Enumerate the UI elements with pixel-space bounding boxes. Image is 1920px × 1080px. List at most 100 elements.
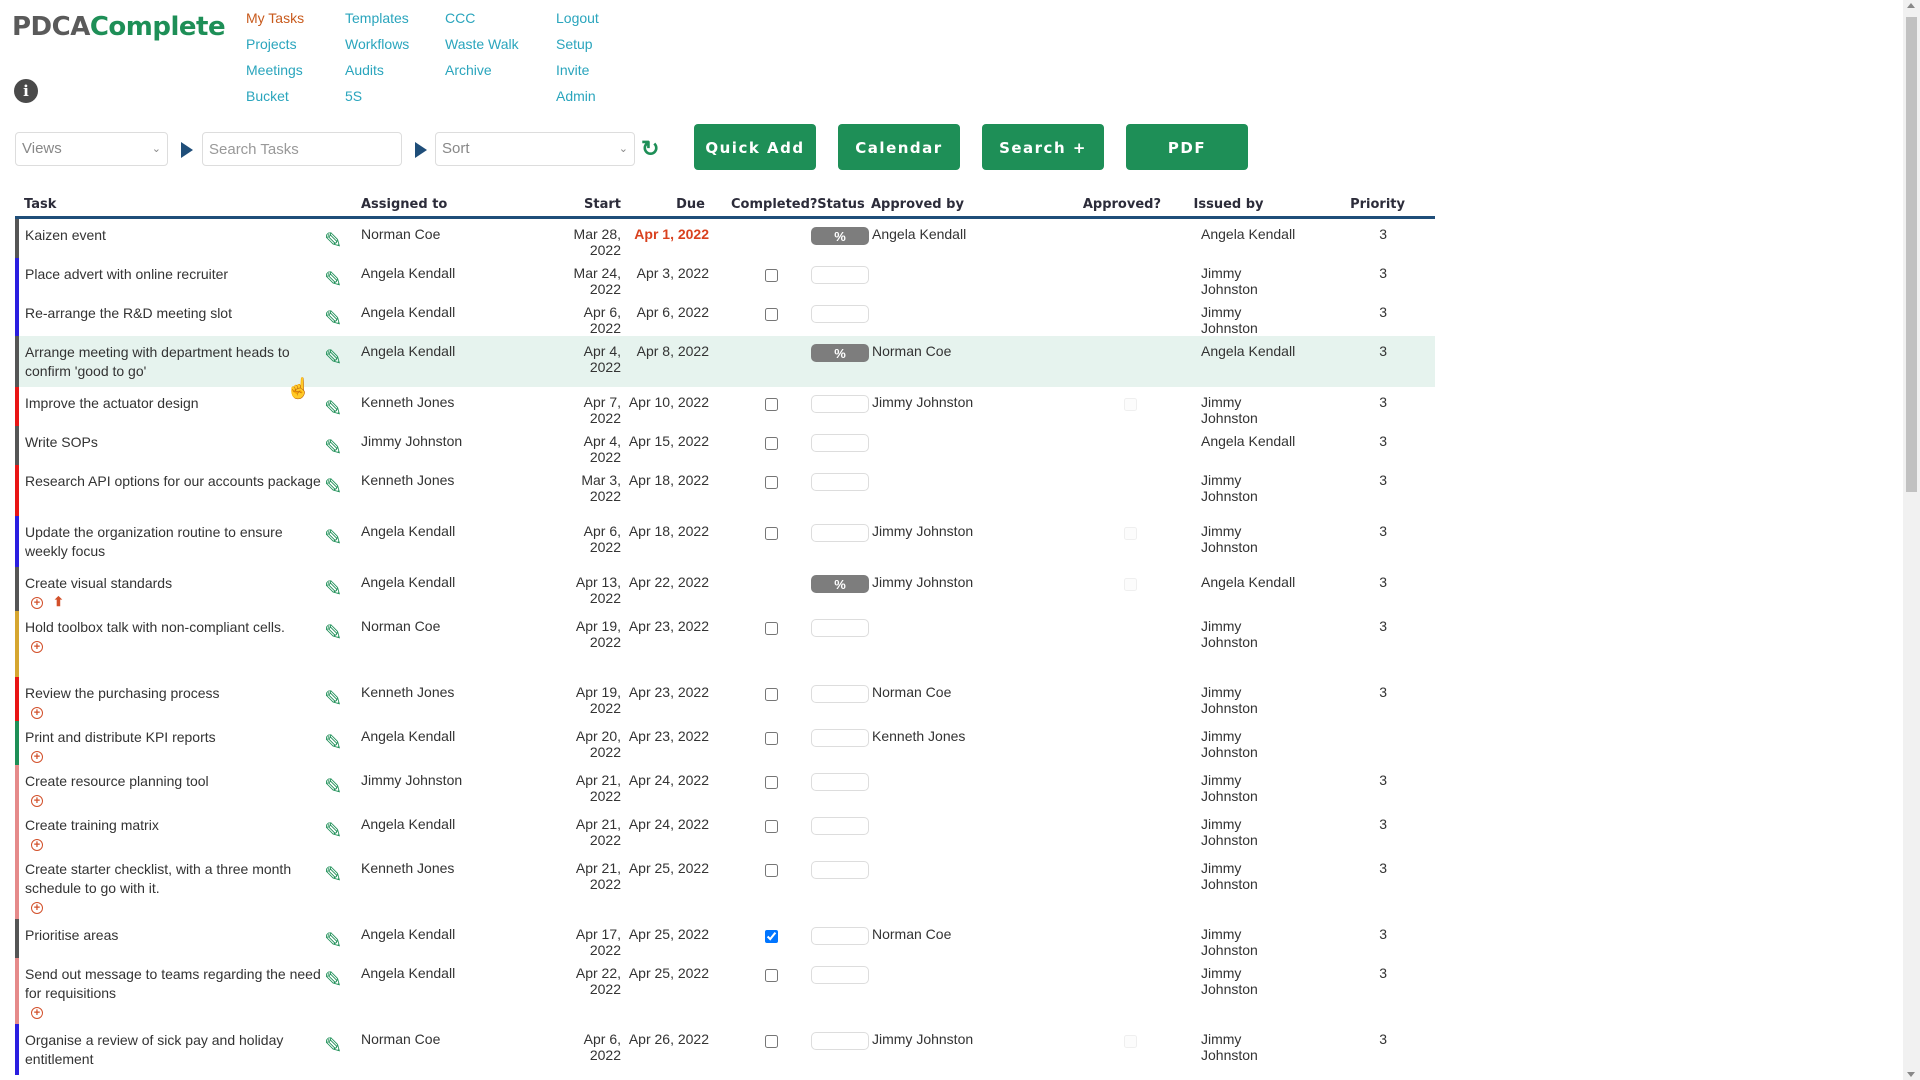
quick-add-button[interactable]: Quick Add xyxy=(694,124,816,170)
nav-projects[interactable]: Projects xyxy=(246,34,304,60)
task-cell[interactable]: Update the organization routine to ensur… xyxy=(19,516,324,567)
completed-checkbox[interactable] xyxy=(764,527,778,540)
task-cell[interactable]: Arrange meeting with department heads to… xyxy=(19,336,324,387)
task-name[interactable]: Create visual standards xyxy=(25,574,324,593)
app-logo[interactable]: PDCAComplete xyxy=(12,12,226,42)
refresh-icon[interactable]: ↻ xyxy=(641,136,659,162)
table-row[interactable]: Print and distribute KPI reports + ✎ Angela… xyxy=(15,721,1435,765)
task-name[interactable]: Create training matrix xyxy=(25,816,324,835)
table-row[interactable]: Re-arrange the R&D meeting slot ✎ Angela K… xyxy=(15,297,1435,336)
status-field[interactable] xyxy=(811,1032,869,1050)
completed-checkbox[interactable] xyxy=(764,820,778,833)
calendar-button[interactable]: Calendar xyxy=(838,124,960,170)
table-row[interactable]: Write SOPs ✎ Jimmy Johnston Apr 4, 2022 Apr … xyxy=(15,426,1435,465)
header-due[interactable]: Due xyxy=(621,192,731,219)
status-field[interactable] xyxy=(811,305,869,323)
table-row[interactable]: Prioritise areas ✎ Angela Kendall Apr 17, 2… xyxy=(15,919,1435,958)
task-name[interactable]: Re-arrange the R&D meeting slot xyxy=(25,304,324,323)
add-subtask-icon[interactable]: + xyxy=(31,902,43,914)
task-name[interactable]: Hold toolbox talk with non-compliant cel… xyxy=(25,618,324,637)
completed-checkbox[interactable] xyxy=(764,1035,778,1048)
status-field[interactable] xyxy=(811,861,869,879)
task-cell[interactable]: Create resource planning tool + xyxy=(19,765,324,809)
task-name[interactable]: Improve the actuator design xyxy=(25,394,324,413)
add-subtask-icon[interactable]: + xyxy=(31,707,43,719)
pdf-button[interactable]: PDF xyxy=(1126,124,1248,170)
task-name[interactable]: Organise a review of sick pay and holida… xyxy=(25,1031,324,1069)
status-field[interactable] xyxy=(811,619,869,637)
completed-checkbox[interactable] xyxy=(764,308,778,321)
edit-pencil-icon[interactable]: ✎ xyxy=(324,435,342,461)
nav-admin[interactable]: Admin xyxy=(556,86,599,112)
status-field[interactable] xyxy=(811,473,869,491)
table-row[interactable]: Create starter checklist, with a three m… xyxy=(15,853,1435,919)
table-row[interactable]: Create resource planning tool + ✎ Jimmy Joh… xyxy=(15,765,1435,809)
nav-bucket[interactable]: Bucket xyxy=(246,86,304,112)
task-name[interactable]: Place advert with online recruiter xyxy=(25,265,324,284)
header-priority[interactable]: Priority xyxy=(1296,192,1435,219)
nav-5s[interactable]: 5S xyxy=(345,86,409,112)
edit-pencil-icon[interactable]: ✎ xyxy=(324,1033,342,1059)
add-subtask-icon[interactable]: + xyxy=(31,597,43,609)
play-arrow-icon[interactable] xyxy=(181,142,193,158)
add-subtask-icon[interactable]: + xyxy=(31,795,43,807)
task-name[interactable]: Prioritise areas xyxy=(25,926,324,945)
status-percent-badge[interactable]: % xyxy=(811,575,869,593)
task-cell[interactable]: Send out message to teams regarding the … xyxy=(19,958,324,1024)
status-field[interactable] xyxy=(811,266,869,284)
header-issued-by[interactable]: Issued by xyxy=(1161,192,1296,219)
edit-pencil-icon[interactable]: ✎ xyxy=(324,345,342,371)
table-row[interactable]: Kaizen event ✎ Norman Coe Mar 28, 2022 Apr 1… xyxy=(15,217,1435,259)
task-cell[interactable]: Prioritise areas xyxy=(19,919,324,958)
task-cell[interactable]: Create visual standards + ⬆ xyxy=(19,567,324,611)
table-row[interactable]: Place advert with online recruiter ✎ Angel… xyxy=(15,258,1435,297)
edit-pencil-icon[interactable]: ✎ xyxy=(324,730,342,756)
task-name[interactable]: Print and distribute KPI reports xyxy=(25,728,324,747)
sort-select[interactable]: Sort ⌄ xyxy=(435,132,635,166)
status-field[interactable] xyxy=(811,685,869,703)
edit-pencil-icon[interactable]: ✎ xyxy=(324,306,342,332)
task-name[interactable]: Create resource planning tool xyxy=(25,772,324,791)
table-row[interactable]: Improve the actuator design ✎ Kenneth Jone… xyxy=(15,387,1435,426)
completed-checkbox[interactable] xyxy=(764,930,778,943)
edit-pencil-icon[interactable]: ✎ xyxy=(324,474,342,500)
search-plus-button[interactable]: Search + xyxy=(982,124,1104,170)
edit-pencil-icon[interactable]: ✎ xyxy=(324,267,342,293)
nav-archive[interactable]: Archive xyxy=(445,60,519,86)
table-row[interactable]: Arrange meeting with department heads to… xyxy=(15,336,1435,387)
header-approved[interactable]: Approved? xyxy=(1041,192,1161,219)
nav-logout[interactable]: Logout xyxy=(556,8,599,34)
add-subtask-icon[interactable]: + xyxy=(31,751,43,763)
add-subtask-icon[interactable]: + xyxy=(31,641,43,653)
task-name[interactable]: Write SOPs xyxy=(25,433,324,452)
edit-pencil-icon[interactable]: ✎ xyxy=(324,396,342,422)
task-cell[interactable]: Write SOPs xyxy=(19,426,324,465)
task-cell[interactable]: Kaizen event xyxy=(19,218,324,259)
completed-checkbox[interactable] xyxy=(764,622,778,635)
table-row[interactable]: Review the purchasing process + ✎ Kenneth J… xyxy=(15,677,1435,721)
nav-my-tasks[interactable]: My Tasks xyxy=(246,8,304,34)
task-name[interactable]: Kaizen event xyxy=(25,226,324,245)
scroll-up-arrow-icon[interactable] xyxy=(1907,3,1915,8)
edit-pencil-icon[interactable]: ✎ xyxy=(324,774,342,800)
nav-ccc[interactable]: CCC xyxy=(445,8,519,34)
edit-pencil-icon[interactable]: ✎ xyxy=(324,928,342,954)
task-cell[interactable]: Re-arrange the R&D meeting slot xyxy=(19,297,324,336)
vertical-scrollbar[interactable] xyxy=(1903,0,1920,1080)
status-field[interactable] xyxy=(811,729,869,747)
edit-pencil-icon[interactable]: ✎ xyxy=(324,228,342,254)
task-name[interactable]: Review the purchasing process xyxy=(25,684,324,703)
status-field[interactable] xyxy=(811,773,869,791)
table-row[interactable]: Send out message to teams regarding the … xyxy=(15,958,1435,1024)
completed-checkbox[interactable] xyxy=(764,269,778,282)
play-arrow-icon[interactable] xyxy=(415,142,427,158)
add-subtask-icon[interactable]: + xyxy=(31,839,43,851)
nav-setup[interactable]: Setup xyxy=(556,34,599,60)
table-row[interactable]: Update the organization routine to ensur… xyxy=(15,516,1435,567)
edit-pencil-icon[interactable]: ✎ xyxy=(324,576,342,602)
table-row[interactable]: Create visual standards + ⬆ ✎ Angela Kendall… xyxy=(15,567,1435,611)
task-cell[interactable]: Review the purchasing process + xyxy=(19,677,324,721)
task-name[interactable]: Create starter checklist, with a three m… xyxy=(25,860,324,898)
task-cell[interactable]: Place advert with online recruiter xyxy=(19,258,324,297)
task-cell[interactable]: Improve the actuator design xyxy=(19,387,324,426)
